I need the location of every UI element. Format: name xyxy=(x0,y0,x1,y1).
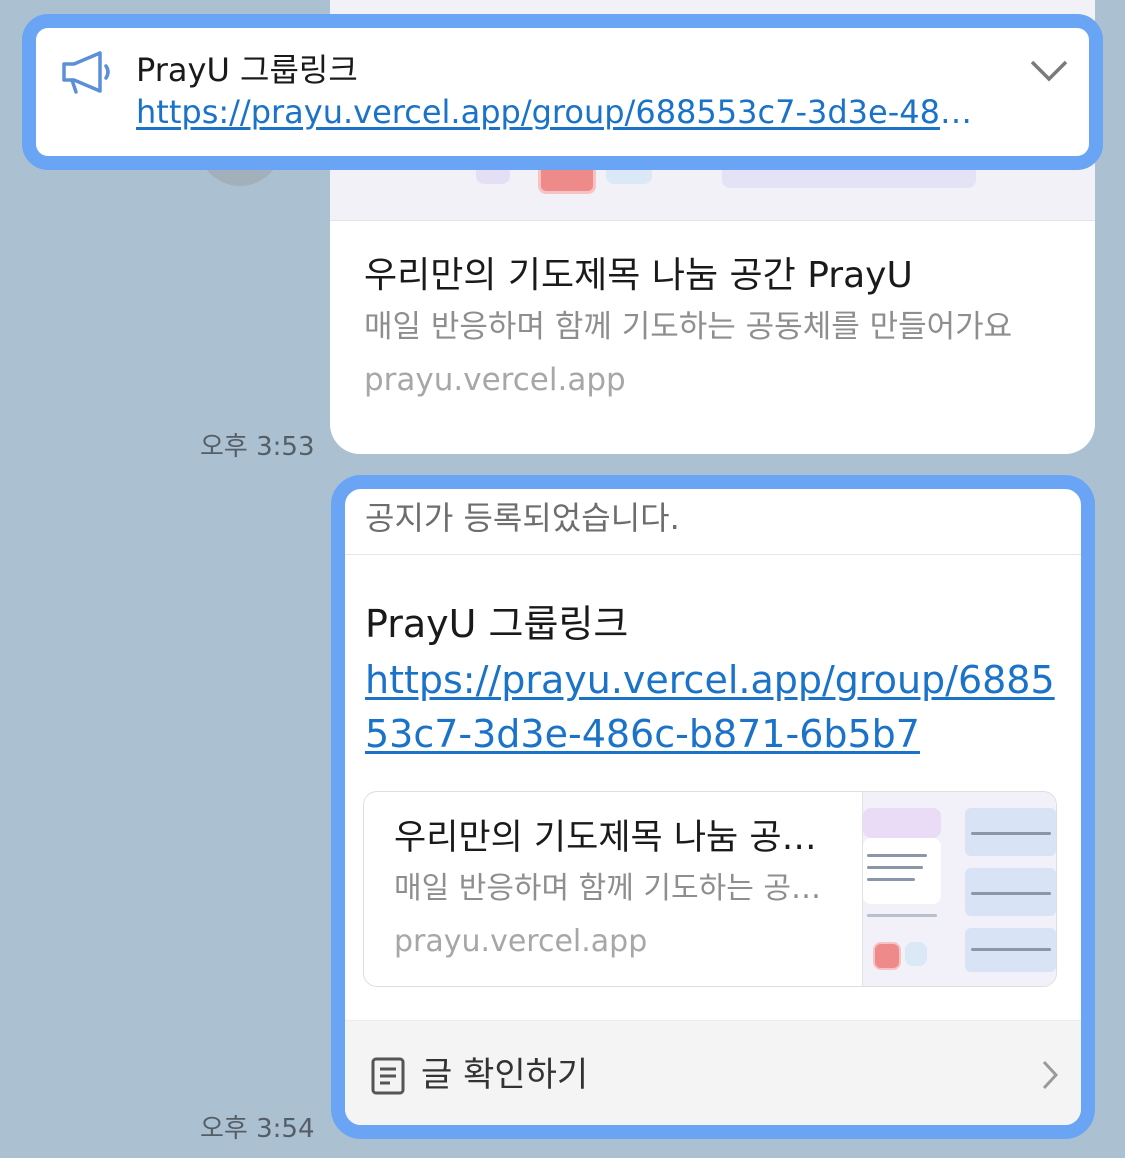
pinned-notice-bar[interactable]: PrayU 그룹링크 https://prayu.vercel.app/grou… xyxy=(22,14,1103,170)
message-timestamp: 오후 3:53 xyxy=(200,432,315,462)
link-preview-description: 매일 반응하며 함께 기도하는 공동체를 만들어가요 xyxy=(394,871,824,906)
link-preview-domain: prayu.vercel.app xyxy=(394,924,648,959)
chevron-down-icon[interactable] xyxy=(1029,58,1069,84)
previous-link-title: 우리만의 기도제목 나눔 공간 PrayU xyxy=(364,255,913,296)
link-preview-card[interactable]: 우리만의 기도제목 나눔 공간 PrayU 매일 반응하며 함께 기도하는 공동… xyxy=(363,791,1057,987)
message-timestamp: 오후 3:54 xyxy=(200,1114,315,1144)
chevron-right-icon xyxy=(1042,1060,1059,1090)
view-post-label: 글 확인하기 xyxy=(421,1055,589,1095)
pinned-notice-link[interactable]: https://prayu.vercel.app/group/688553c7-… xyxy=(136,90,982,134)
previous-link-domain: prayu.vercel.app xyxy=(364,362,626,398)
megaphone-icon xyxy=(62,51,110,94)
pinned-notice-title: PrayU 그룹링크 xyxy=(136,51,358,89)
link-preview-title: 우리만의 기도제목 나눔 공간 PrayU xyxy=(394,818,824,858)
view-post-button[interactable]: 글 확인하기 xyxy=(345,1020,1081,1125)
document-icon xyxy=(371,1057,405,1095)
previous-link-description: 매일 반응하며 함께 기도하는 공동체를 만들어가요 xyxy=(364,309,1013,345)
notice-group-link[interactable]: https://prayu.vercel.app/group/688553c7-… xyxy=(365,653,1065,761)
notice-title: PrayU 그룹링크 xyxy=(365,602,629,646)
notice-message-card[interactable]: 공지가 등록되었습니다. PrayU 그룹링크 https://prayu.ve… xyxy=(331,475,1095,1139)
notice-registered-header: 공지가 등록되었습니다. xyxy=(345,489,1081,555)
link-preview-thumbnail xyxy=(862,792,1056,986)
